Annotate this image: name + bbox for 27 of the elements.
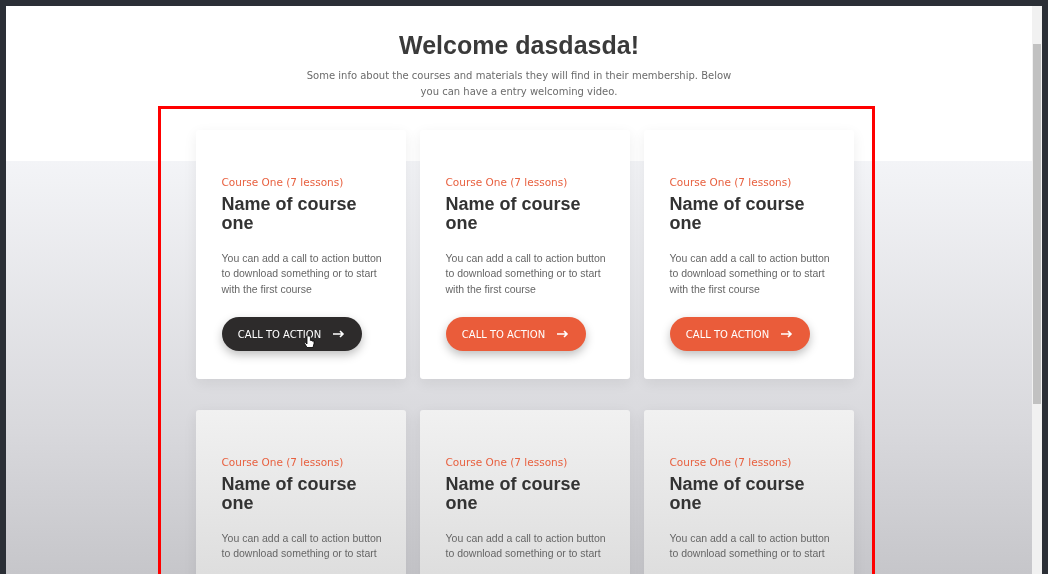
course-title: Name of course one bbox=[221, 474, 358, 513]
course-label: Course One (7 lessons) bbox=[445, 175, 569, 190]
course-label: Course One (7 lessons) bbox=[669, 175, 793, 190]
call-to-action-button[interactable]: CALL TO ACTION bbox=[445, 317, 586, 352]
course-title: Name of course one bbox=[221, 194, 358, 233]
arrow-right-icon bbox=[557, 330, 570, 339]
course-description: You can add a call to action button to download something or to start bbox=[445, 530, 607, 562]
course-label: Course One (7 lessons) bbox=[221, 175, 345, 190]
course-title: Name of course one bbox=[669, 474, 806, 513]
call-to-action-button[interactable]: CALL TO ACTION bbox=[221, 317, 362, 352]
course-description: You can add a call to action button to download something or to start with the first course bbox=[669, 250, 831, 297]
arrow-right-icon bbox=[781, 330, 794, 339]
course-label: Course One (7 lessons) bbox=[669, 455, 793, 470]
course-label: Course One (7 lessons) bbox=[221, 455, 345, 470]
course-title: Name of course one bbox=[669, 194, 806, 233]
course-description: You can add a call to action button to download something or to start with the first course bbox=[445, 250, 607, 297]
scrollbar-thumb[interactable] bbox=[1033, 44, 1041, 404]
course-description: You can add a call to action button to download something or to start bbox=[669, 530, 831, 562]
course-description: You can add a call to action button to download something or to start bbox=[221, 530, 383, 562]
welcome-text: Some info about the courses and materials they will find in their membership. Below you can have a entry welcoming video. bbox=[305, 69, 733, 99]
course-description: You can add a call to action button to download something or to start with the first course bbox=[221, 250, 383, 297]
arrow-right-icon bbox=[333, 330, 346, 339]
welcome-heading: Welcome dasdasda! bbox=[399, 30, 639, 60]
course-label: Course One (7 lessons) bbox=[445, 455, 569, 470]
course-title: Name of course one bbox=[445, 194, 582, 233]
course-title: Name of course one bbox=[445, 474, 582, 513]
call-to-action-button[interactable]: CALL TO ACTION bbox=[669, 317, 810, 352]
